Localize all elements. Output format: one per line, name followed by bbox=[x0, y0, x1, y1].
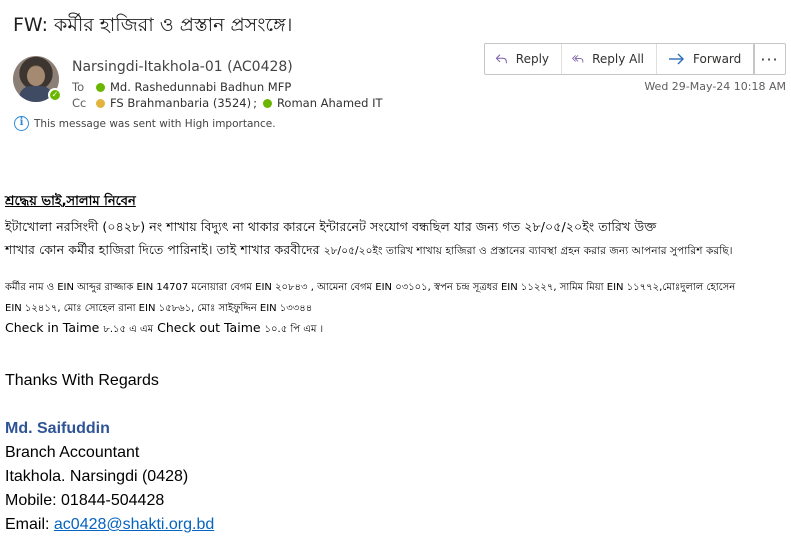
presence-available-icon bbox=[262, 98, 272, 108]
importance-text: This message was sent with High importan… bbox=[34, 117, 276, 130]
checkin-time: ৮.১৫ এ এম bbox=[103, 324, 154, 335]
body-paragraph-2: কর্মীর নাম ও EIN আব্দুর রাজ্জাক EIN 1470… bbox=[5, 277, 787, 319]
sender-name[interactable]: Narsingdi-Itakhola-01 (AC0428) bbox=[72, 59, 293, 75]
reply-all-icon bbox=[572, 55, 584, 63]
checkin-label: Check in Taime bbox=[5, 320, 100, 335]
body-text: ২৮/০৫/২০ইং তারিখ শাখায় হাজিরা ও প্রস্তা… bbox=[323, 245, 733, 257]
email-link[interactable]: ac0428@shakti.org.bd bbox=[54, 516, 214, 533]
signature-location: Itakhola. Narsingdi (0428) bbox=[5, 468, 189, 485]
signature-email-row: Email: ac0428@shakti.org.bd bbox=[5, 513, 214, 537]
signature-mobile: Mobile: 01844-504428 bbox=[5, 492, 165, 509]
reply-all-button[interactable]: Reply All bbox=[562, 44, 657, 74]
greeting: শ্রদ্ধেয় ভাই,সালাম নিবেন bbox=[5, 194, 136, 209]
body-paragraph-1: ইটাখোলা নরসিংদী (০৪২৮) নং শাখায় বিদ্যুৎ… bbox=[5, 215, 787, 263]
recipient-cc[interactable]: FS Brahmanbaria (3524) bbox=[110, 96, 251, 110]
presence-away-icon bbox=[96, 98, 105, 108]
recipient-separator: ; bbox=[253, 96, 257, 110]
presence-available-icon: ✓ bbox=[48, 88, 62, 102]
message-actions-toolbar: Reply Reply All Forward bbox=[484, 43, 755, 75]
cc-row: Cc FS Brahmanbaria (3524) ; Roman Ahamed… bbox=[72, 96, 385, 110]
body-line: শাখার কোন কর্মীর হাজিরা দিতে পারিনাই। তা… bbox=[5, 238, 787, 263]
to-row: To Md. Rashedunnabi Badhun MFP bbox=[72, 80, 293, 94]
presence-available-icon bbox=[96, 82, 105, 92]
signature-block: Md. Saifuddin Branch Accountant Itakhola… bbox=[5, 417, 214, 537]
body-line: কর্মীর নাম ও EIN আব্দুর রাজ্জাক EIN 1470… bbox=[5, 282, 736, 293]
reply-label: Reply bbox=[515, 52, 549, 66]
forward-label: Forward bbox=[693, 52, 742, 66]
checkin-line: Check in Taime ৮.১৫ এ এম Check out Taime… bbox=[5, 320, 787, 339]
body-line: EIN ১২৪১৭, মোঃ সোহেল রানা EIN ১৫৮৬১, মোঃ… bbox=[5, 303, 313, 314]
checkout-label: Check out Taime bbox=[157, 320, 261, 335]
closing-line: Thanks With Regards bbox=[5, 372, 159, 389]
reply-icon bbox=[495, 54, 507, 64]
forward-icon bbox=[669, 53, 684, 65]
body-text: শাখার কোন কর্মীর হাজিরা দিতে পারিনাই। তা… bbox=[5, 242, 320, 257]
importance-banner: i This message was sent with High import… bbox=[14, 116, 276, 131]
recipient-to[interactable]: Md. Rashedunnabi Badhun MFP bbox=[110, 80, 291, 94]
message-body: শ্রদ্ধেয় ভাই,সালাম নিবেন ইটাখোলা নরসিংদ… bbox=[5, 192, 787, 339]
recipient-cc[interactable]: Roman Ahamed IT bbox=[277, 96, 383, 110]
cc-label: Cc bbox=[72, 96, 87, 110]
more-icon: ··· bbox=[760, 49, 779, 69]
reply-button[interactable]: Reply bbox=[485, 44, 562, 74]
body-line: ইটাখোলা নরসিংদী (০৪২৮) নং শাখায় বিদ্যুৎ… bbox=[5, 219, 657, 234]
message-timestamp: Wed 29-May-24 10:18 AM bbox=[644, 80, 786, 93]
message-subject: FW: কর্মীর হাজিরা ও প্রস্তান প্রসংঙ্গে। bbox=[13, 14, 293, 36]
info-icon: i bbox=[14, 116, 29, 131]
signature-title: Branch Accountant bbox=[5, 444, 140, 461]
to-label: To bbox=[72, 80, 85, 94]
checkout-time: ১০.৫ পি এম । bbox=[264, 324, 324, 335]
forward-button[interactable]: Forward bbox=[657, 44, 754, 74]
signature-email-label: Email: bbox=[5, 516, 54, 533]
more-actions-button[interactable]: ··· bbox=[753, 43, 786, 75]
reply-all-label: Reply All bbox=[592, 52, 644, 66]
signature-name: Md. Saifuddin bbox=[5, 420, 110, 437]
